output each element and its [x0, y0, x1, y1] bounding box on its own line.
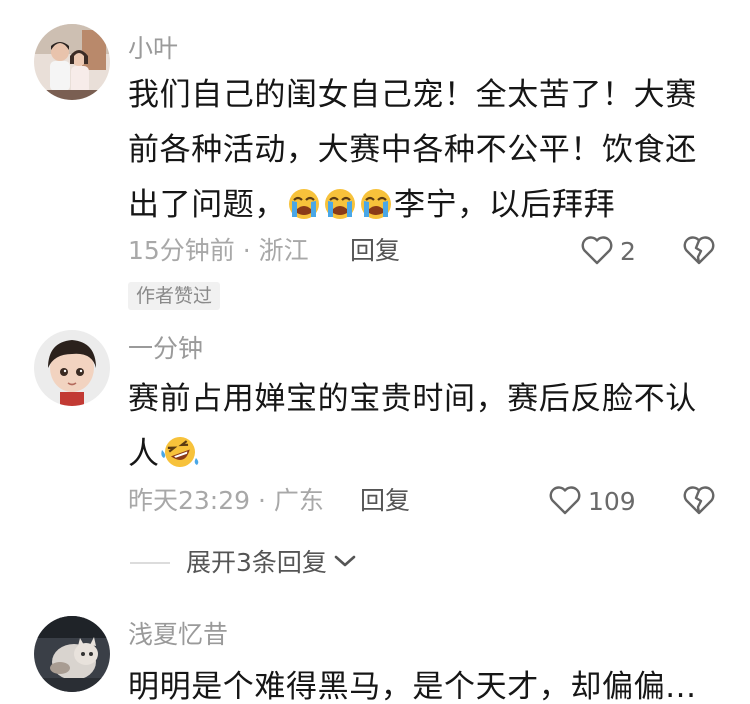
username[interactable]: 浅夏忆昔: [128, 620, 228, 650]
comment-meta: 昨天23:29 · 广东: [128, 486, 324, 516]
broken-heart-icon: [682, 486, 716, 520]
comment-text-part: 赛前占用婵宝的宝贵时间，赛后反脸不认人: [128, 381, 697, 472]
avatar[interactable]: [34, 616, 110, 692]
comment-text-part: 明明是个难得黑马，是个天才，却偏偏...: [128, 669, 697, 704]
comment-location: 广东: [273, 486, 324, 515]
comment-text-part: 李宁，以后拜拜: [394, 187, 616, 223]
chevron-down-icon: [333, 553, 357, 573]
comment-text: 我们自己的闺女自己宠！全太苦了！大赛前各种活动，大赛中各种不公平！饮食还出了问题…: [128, 68, 718, 239]
meta-separator: ·: [258, 486, 266, 515]
comment-item: 一分钟 赛前占用婵宝的宝贵时间，赛后反脸不认人 昨天23:29 · 广东 回复 …: [0, 320, 750, 590]
comment-text: 赛前占用婵宝的宝贵时间，赛后反脸不认人: [128, 372, 718, 488]
avatar-photo: [34, 24, 110, 100]
username[interactable]: 一分钟: [128, 334, 203, 364]
expand-replies-button[interactable]: 展开3条回复: [130, 548, 357, 578]
username[interactable]: 小叶: [128, 34, 178, 64]
avatar-photo: [34, 330, 110, 406]
comment-time: 昨天23:29: [128, 486, 251, 515]
comment-time: 15分钟前: [128, 236, 235, 265]
avatar[interactable]: [34, 24, 110, 100]
author-liked-badge: 作者赞过: [128, 282, 221, 310]
broken-heart-icon: [682, 236, 716, 270]
avatar-photo: [34, 616, 110, 692]
dislike-button[interactable]: [682, 234, 716, 270]
avatar[interactable]: [34, 330, 110, 406]
comment-meta: 15分钟前 · 浙江: [128, 236, 309, 266]
reply-button[interactable]: 回复: [350, 236, 400, 266]
meta-separator: ·: [242, 236, 251, 265]
comment-text: 明明是个难得黑马，是个天才，却偏偏...: [128, 660, 718, 704]
heart-outline-icon: [548, 484, 582, 520]
dislike-button[interactable]: [682, 484, 716, 520]
like-count: 2: [620, 237, 636, 266]
reply-button[interactable]: 回复: [360, 486, 410, 516]
like-button[interactable]: 109: [548, 484, 636, 520]
rolling-laughing-face-icon: [160, 433, 200, 488]
loudly-crying-face-icon: [358, 184, 394, 239]
comment-item: 浅夏忆昔 明明是个难得黑马，是个天才，却偏偏...: [0, 590, 750, 704]
comment-item: 小叶 我们自己的闺女自己宠！全太苦了！大赛前各种活动，大赛中各种不公平！饮食还出…: [0, 0, 750, 320]
loudly-crying-face-icon: [322, 184, 358, 239]
like-count: 109: [588, 487, 636, 516]
expand-replies-label: 展开3条回复: [186, 548, 327, 577]
heart-outline-icon: [580, 234, 614, 270]
loudly-crying-face-icon: [286, 184, 322, 239]
like-button[interactable]: 2: [580, 234, 636, 270]
divider: [130, 562, 170, 564]
comment-location: 浙江: [258, 236, 309, 265]
